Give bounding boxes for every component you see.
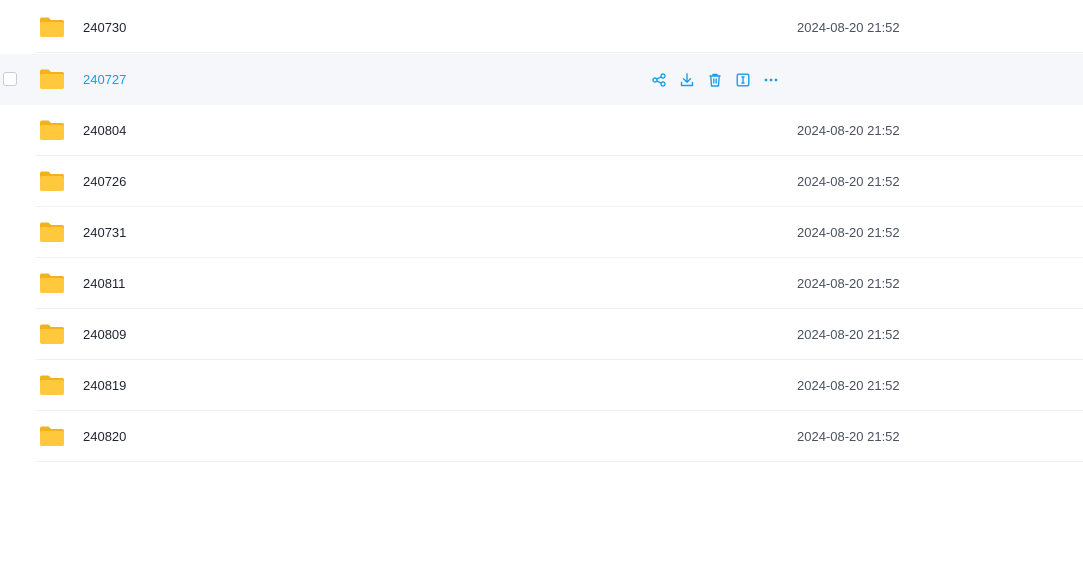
download-icon[interactable] xyxy=(678,71,696,89)
modified-date: 2024-08-20 21:52 xyxy=(797,20,900,35)
modified-date: 2024-08-20 21:52 xyxy=(797,174,900,189)
file-name[interactable]: 240811 xyxy=(83,275,125,292)
more-icon[interactable] xyxy=(762,71,780,89)
file-name[interactable]: 240731 xyxy=(83,224,126,241)
folder-icon xyxy=(39,16,65,38)
delete-icon[interactable] xyxy=(706,71,724,89)
folder-icon xyxy=(39,170,65,192)
modified-date: 2024-08-20 21:52 xyxy=(797,378,900,393)
rename-icon[interactable] xyxy=(734,71,752,89)
folder-icon xyxy=(39,119,65,141)
row-divider xyxy=(36,52,1083,53)
row-checkbox[interactable] xyxy=(3,72,17,86)
modified-date: 2024-08-20 21:52 xyxy=(797,225,900,240)
file-row[interactable]: 240820 2024-08-20 21:52 xyxy=(0,411,1083,462)
modified-date: 2024-08-20 21:52 xyxy=(797,276,900,291)
file-row[interactable]: 240730 2024-08-20 21:52 xyxy=(0,2,1083,53)
file-row[interactable]: 240804 2024-08-20 21:52 xyxy=(0,105,1083,156)
file-name[interactable]: 240819 xyxy=(83,377,126,394)
folder-icon xyxy=(39,425,65,447)
file-name[interactable]: 240730 xyxy=(83,19,126,36)
modified-date: 2024-08-20 21:52 xyxy=(797,429,900,444)
folder-icon xyxy=(39,374,65,396)
modified-date: 2024-08-20 21:52 xyxy=(797,327,900,342)
folder-icon xyxy=(39,68,65,90)
file-row[interactable]: 240726 2024-08-20 21:52 xyxy=(0,156,1083,207)
file-name[interactable]: 240809 xyxy=(83,326,126,343)
file-row[interactable]: 240731 2024-08-20 21:52 xyxy=(0,207,1083,258)
row-divider xyxy=(36,461,1083,462)
folder-icon xyxy=(39,221,65,243)
file-row[interactable]: 240819 2024-08-20 21:52 xyxy=(0,360,1083,411)
file-row[interactable]: 240809 2024-08-20 21:52 xyxy=(0,309,1083,360)
file-name[interactable]: 240820 xyxy=(83,428,126,445)
file-name[interactable]: 240804 xyxy=(83,122,126,139)
file-row[interactable]: 240727 xyxy=(0,54,1083,105)
folder-icon xyxy=(39,323,65,345)
folder-icon xyxy=(39,272,65,294)
share-icon[interactable] xyxy=(650,71,668,89)
file-name[interactable]: 240726 xyxy=(83,173,126,190)
file-name[interactable]: 240727 xyxy=(83,71,126,88)
file-row[interactable]: 240811 2024-08-20 21:52 xyxy=(0,258,1083,309)
row-actions xyxy=(650,70,780,89)
modified-date: 2024-08-20 21:52 xyxy=(797,123,900,138)
